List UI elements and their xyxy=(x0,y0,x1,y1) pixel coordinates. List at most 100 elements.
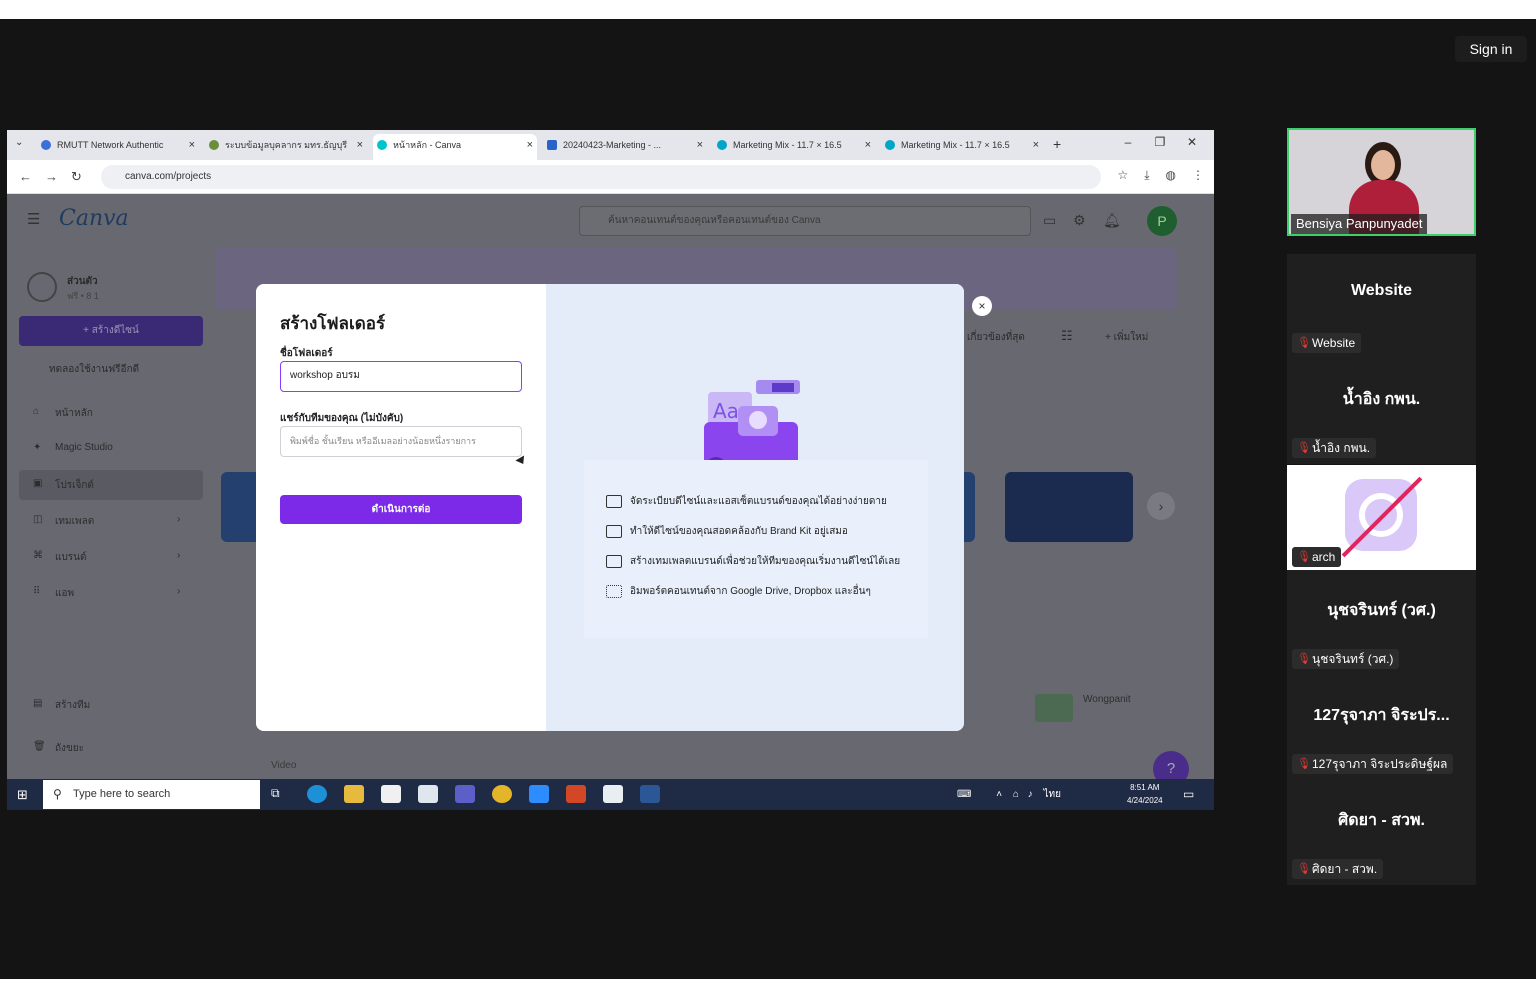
minimize-icon[interactable]: – xyxy=(1112,135,1144,149)
chrome-icon[interactable] xyxy=(492,785,512,803)
folder-icon: ▣ xyxy=(33,478,43,489)
back-icon[interactable]: ← xyxy=(19,169,32,184)
taskbar-clock[interactable]: 8:51 AM 4/24/2024 xyxy=(1127,781,1163,807)
home-icon: ⌂ xyxy=(33,406,40,417)
sidebar-item-magic-studio[interactable]: Magic Studio xyxy=(55,442,113,453)
carousel-next-icon[interactable]: › xyxy=(1147,492,1175,520)
zoom-icon[interactable] xyxy=(529,785,549,803)
close-tab-icon[interactable]: × xyxy=(1033,134,1039,156)
share-team-input[interactable]: พิมพ์ชื่อ ชั้นเรียน หรืออีเมลอย่างน้อยหน… xyxy=(280,426,522,457)
sidebar-item-brand[interactable]: แบรนด์ xyxy=(55,550,87,565)
reload-icon[interactable]: ↻ xyxy=(71,169,82,185)
photos-icon[interactable] xyxy=(603,785,623,803)
sidebar-item-home[interactable]: หน้าหลัก xyxy=(55,406,93,421)
store-icon[interactable] xyxy=(381,785,401,803)
participant-tile[interactable]: 🎙︎ arch xyxy=(1287,465,1476,570)
chevron-right-icon: › xyxy=(177,586,181,597)
more-menu-icon[interactable]: ⋮ xyxy=(1192,168,1204,182)
browser-tab[interactable]: ระบบข้อมูลบุคลากร มทร.ธัญบุรี × xyxy=(205,134,367,160)
trial-link[interactable]: ทดลองใช้งานฟรีอีกดี xyxy=(49,362,139,377)
close-window-icon[interactable]: ✕ xyxy=(1176,135,1208,149)
participant-video-tile[interactable]: Bensiya Panpunyadet xyxy=(1287,128,1476,236)
browser-tab-active[interactable]: หน้าหลัก - Canva × xyxy=(373,134,537,160)
browser-tab[interactable]: 20240423-Marketing - ... × xyxy=(543,134,707,160)
design-thumbnail[interactable] xyxy=(1035,694,1073,722)
mail-icon[interactable] xyxy=(418,785,438,803)
browser-tab[interactable]: RMUTT Network Authentic × xyxy=(37,134,199,160)
sidebar-item-apps[interactable]: แอพ xyxy=(55,586,74,601)
mic-muted-icon: 🎙︎ xyxy=(1297,337,1311,349)
account-avatar[interactable] xyxy=(27,272,57,302)
participant-tile[interactable]: Website 🎙︎ Website xyxy=(1287,254,1476,359)
bell-icon[interactable]: 🔔︎ xyxy=(1103,212,1121,229)
design-thumbnail[interactable] xyxy=(1005,472,1133,542)
canva-icon xyxy=(377,140,387,150)
design-thumbnail[interactable] xyxy=(221,472,261,542)
star-icon[interactable]: ☆ xyxy=(1117,168,1128,182)
restore-icon[interactable]: ❐ xyxy=(1144,135,1176,149)
sidebar-item-trash[interactable]: ถังขยะ xyxy=(55,741,84,756)
continue-button[interactable]: ดำเนินการต่อ xyxy=(280,495,522,524)
keyboard-icon[interactable]: ⌨ xyxy=(957,789,971,800)
participant-tile[interactable]: น้ำอิง กพน. 🎙︎ น้ำอิง กพน. xyxy=(1287,359,1476,464)
volume-icon[interactable]: ♪ xyxy=(1028,789,1033,800)
sparkle-icon: ✦ xyxy=(33,442,42,453)
menu-icon[interactable]: ☰ xyxy=(27,210,40,228)
close-dialog-button[interactable]: × xyxy=(972,296,992,316)
shared-screen: ⌄ RMUTT Network Authentic × ระบบข้อมูลบุค… xyxy=(7,130,1214,810)
sign-in-button[interactable]: Sign in xyxy=(1455,36,1527,62)
url-field[interactable]: canva.com/projects xyxy=(101,165,1101,189)
windows-start-icon[interactable]: ⊞ xyxy=(17,787,28,803)
avatar[interactable]: P xyxy=(1147,206,1177,236)
teams-icon[interactable] xyxy=(455,785,475,803)
close-tab-icon[interactable]: × xyxy=(527,134,533,156)
participant-panel: Bensiya Panpunyadet Website 🎙︎ Website น้… xyxy=(1287,128,1476,885)
create-design-button[interactable]: + สร้างดีไซน์ xyxy=(19,316,203,346)
browser-tab[interactable]: Marketing Mix - 11.7 × 16.5 × xyxy=(881,134,1043,160)
word-icon[interactable] xyxy=(640,785,660,803)
canva-search-input[interactable]: ค้นหาคอนเทนต์ของคุณหรือคอนเทนต์ของ Canva xyxy=(579,206,1031,236)
close-tab-icon[interactable]: × xyxy=(697,134,703,156)
taskbar-search-input[interactable]: ⚲ Type here to search xyxy=(43,780,260,809)
sidebar-item-create-team[interactable]: สร้างทีม xyxy=(55,698,90,713)
new-tab-button[interactable]: + xyxy=(1053,136,1061,152)
feature-list: จัดระเบียบดีไซน์และแอสเซ็ตแบรนด์ของคุณได… xyxy=(584,460,928,638)
sidebar-item-templates[interactable]: เทมเพลต xyxy=(55,514,94,529)
window-controls: – ❐ ✕ xyxy=(1112,135,1208,149)
powerpoint-icon[interactable] xyxy=(566,785,586,803)
download-icon[interactable]: ⤓ xyxy=(1144,168,1149,182)
participant-tile[interactable]: ศิดยา - สวพ. 🎙︎ ศิดยา - สวพ. xyxy=(1287,780,1476,885)
forward-icon[interactable]: → xyxy=(45,169,58,184)
browser-tab[interactable]: Marketing Mix - 11.7 × 16.5 × xyxy=(713,134,875,160)
list-view-icon[interactable]: ☷ xyxy=(1061,328,1073,344)
file-explorer-icon[interactable] xyxy=(344,785,364,803)
browser-actions: ☆ ⤓ ◍ ⋮ xyxy=(1101,168,1204,183)
dialog-feature-panel: Aa จัดระเบียบดีไซน์และแอสเซ็ตแบรนด์ของคุ… xyxy=(546,284,964,731)
close-tab-icon[interactable]: × xyxy=(865,134,871,156)
network-icon[interactable]: ⌂ xyxy=(1013,789,1019,800)
gear-icon[interactable]: ⚙ xyxy=(1073,212,1086,229)
close-tab-icon[interactable]: × xyxy=(357,134,363,156)
add-new-button[interactable]: + เพิ่มใหม่ xyxy=(1105,330,1148,345)
extension-icon[interactable]: ◍ xyxy=(1166,168,1176,182)
monitor-icon[interactable]: ▭ xyxy=(1043,212,1056,229)
notification-icon[interactable]: ▭ xyxy=(1183,787,1194,801)
task-view-icon[interactable]: ⧉ xyxy=(271,786,280,801)
dialog-form-panel: สร้างโฟลเดอร์ ชื่อโฟลเดอร์ workshop อบรม… xyxy=(256,284,546,731)
participant-tile[interactable]: นุชจรินทร์ (วศ.) 🎙︎ นุชจรินทร์ (วศ.) xyxy=(1287,570,1476,675)
chevron-up-icon[interactable]: ˄ xyxy=(996,789,1002,800)
folder-name-input[interactable]: workshop อบรม xyxy=(280,361,522,392)
language-indicator[interactable]: ไทย xyxy=(1043,789,1060,800)
apps-grid-icon: ⠿ xyxy=(33,586,41,597)
account-name: ส่วนตัว xyxy=(67,276,98,287)
sort-dropdown[interactable]: เกี่ยวข้องที่สุด xyxy=(967,330,1025,345)
tab-list-icon[interactable]: ⌄ xyxy=(15,137,23,148)
search-icon: ⚲ xyxy=(53,787,62,801)
dialog-title: สร้างโฟลเดอร์ xyxy=(280,314,386,333)
edge-icon[interactable] xyxy=(307,785,327,803)
canva-icon xyxy=(717,140,727,150)
participant-tile[interactable]: 127รุจาภา จิระปร... 🎙︎ 127รุจาภา จิระประด… xyxy=(1287,675,1476,780)
meeting-window: Sign in ⌄ RMUTT Network Authentic × ระบบข… xyxy=(0,19,1536,979)
close-tab-icon[interactable]: × xyxy=(189,134,195,156)
sidebar-item-projects[interactable]: โปรเจ็กต์ xyxy=(55,478,94,493)
